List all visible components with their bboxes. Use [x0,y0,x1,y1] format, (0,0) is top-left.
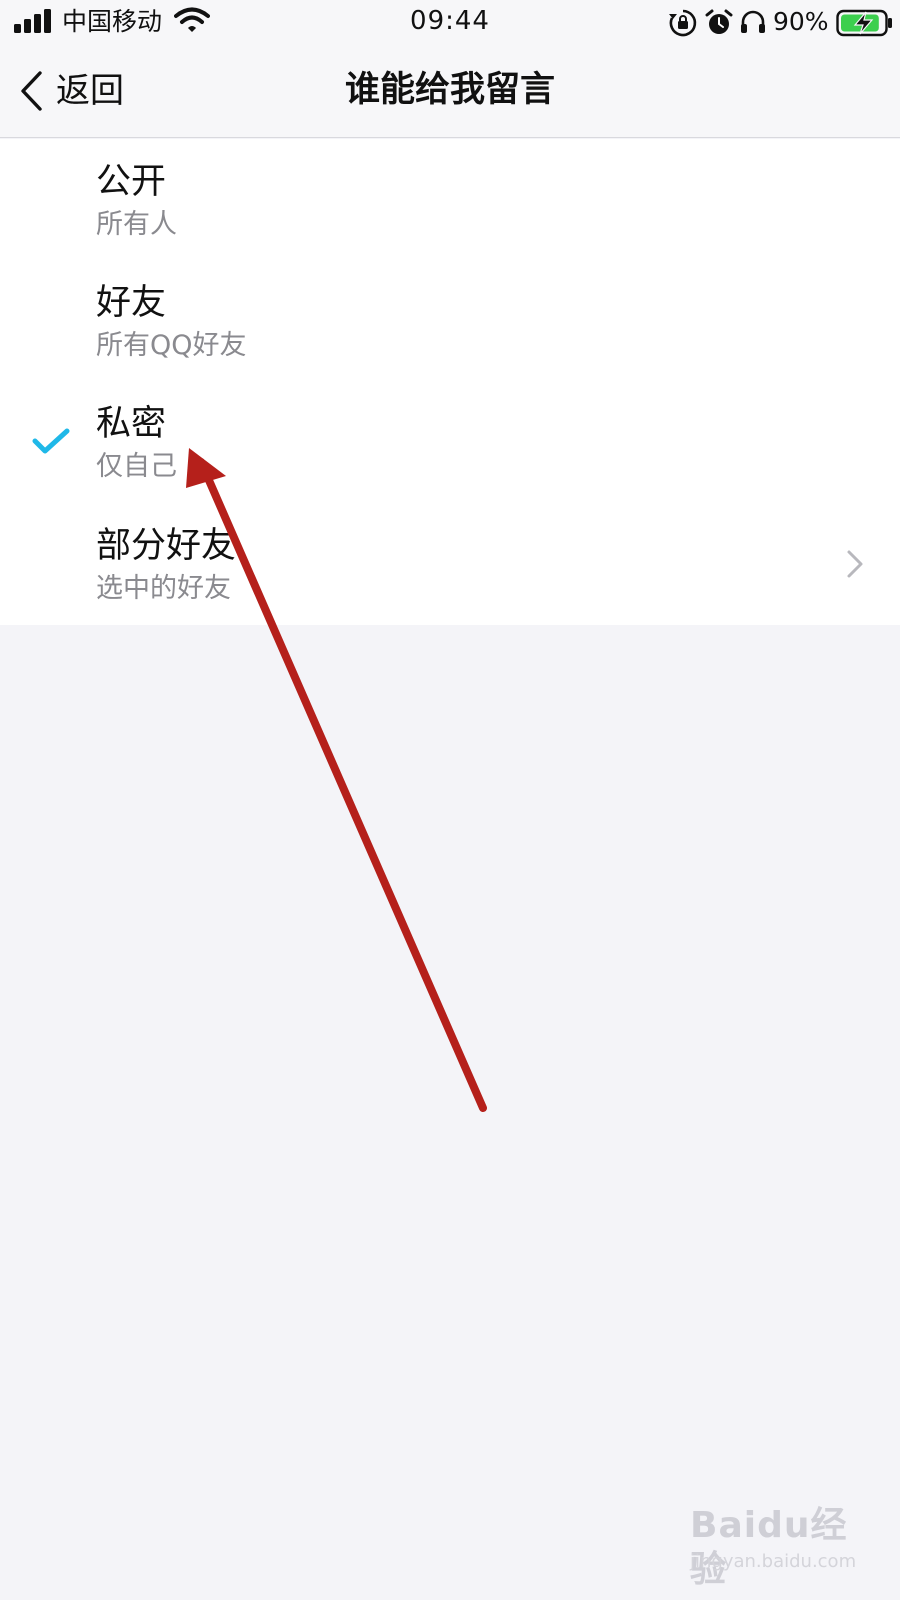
rotation-lock-icon [669,9,697,37]
chevron-right-icon [847,550,863,578]
checkmark-icon [32,428,70,454]
watermark-logo: Baidu经验 [690,1505,848,1590]
headphones-icon [741,10,765,33]
navigation-bar: 返回 谁能给我留言 [0,44,900,138]
option-title: 公开 [96,162,167,202]
option-title: 私密 [96,404,167,444]
option-title: 好友 [96,283,167,323]
option-subtitle: 选中的好友 [96,573,231,604]
watermark: Baidu经验 jingyan.baidu.com [684,1500,864,1590]
option-title: 部分好友 [96,526,237,566]
option-subtitle: 仅自己 [96,451,177,482]
option-private[interactable]: 私密 仅自己 [0,381,900,502]
battery-charging-icon [836,9,892,37]
option-subtitle: 所有QQ好友 [96,330,247,361]
battery-percent: 90% [773,7,829,36]
option-some-friends[interactable]: 部分好友 选中的好友 [0,503,900,624]
watermark-url: jingyan.baidu.com [690,1551,857,1572]
status-bar: 中国移动 09:44 90% [0,0,900,44]
alarm-icon [705,9,733,34]
option-public[interactable]: 公开 所有人 [0,139,900,260]
page-title: 谁能给我留言 [344,70,555,110]
privacy-option-list: 公开 所有人 好友 所有QQ好友 私密 仅自己 部分好友 选中的好友 [0,139,900,625]
option-friends[interactable]: 好友 所有QQ好友 [0,260,900,381]
option-subtitle: 所有人 [96,209,177,240]
